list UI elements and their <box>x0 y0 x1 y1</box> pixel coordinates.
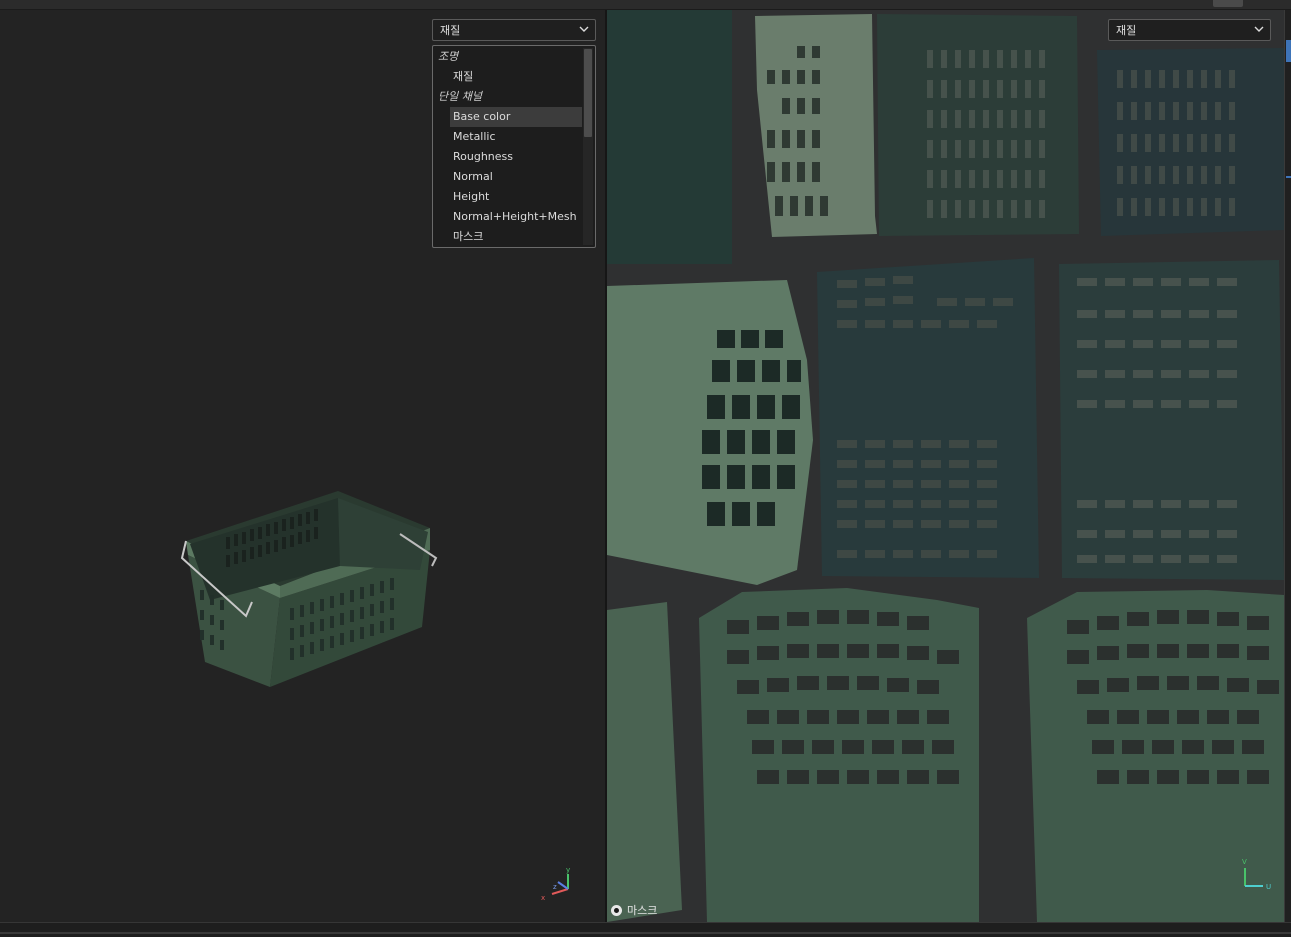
mask-toggle[interactable]: 마스크 <box>611 902 657 920</box>
dropdown-group-lighting: 조명 <box>438 50 459 63</box>
dropdown-item-roughness[interactable]: Roughness <box>433 147 581 167</box>
dropdown-item-material[interactable]: 재질 <box>433 67 581 87</box>
chevron-down-icon <box>1252 20 1266 40</box>
view-dropdown-menu[interactable]: 조명 재질 단일 채널 Base color Metallic Roughnes… <box>432 45 596 248</box>
axis-u-label: U <box>1266 883 1271 891</box>
toolbar-button[interactable] <box>1213 0 1243 7</box>
dropdown-item-normal-height-mesh[interactable]: Normal+Height+Mesh <box>433 207 581 227</box>
viewport-3d-view-select[interactable]: 재질 <box>432 19 596 41</box>
dropdown-item-metallic[interactable]: Metallic <box>433 127 581 147</box>
mask-icon <box>611 905 622 916</box>
viewport-uv-view-select-value: 재질 <box>1116 24 1137 37</box>
top-toolbar <box>0 0 1291 10</box>
dropdown-group-single-channel: 단일 채널 <box>438 90 482 103</box>
dropdown-item-normal[interactable]: Normal <box>433 167 581 187</box>
side-indicator[interactable] <box>1286 40 1291 62</box>
bottom-divider <box>0 932 1291 934</box>
axis-v-label: V <box>1242 858 1247 866</box>
axis-gizmo-uv: V U <box>1242 858 1271 891</box>
axis-z-label: z <box>553 883 557 891</box>
dropdown-item-height[interactable]: Height <box>433 187 581 207</box>
dropdown-scrollbar-thumb[interactable] <box>584 49 592 137</box>
viewport-uv-view-select[interactable]: 재질 <box>1108 19 1271 41</box>
viewport-uv[interactable]: V U <box>607 10 1284 922</box>
axis-x-label: x <box>541 894 545 902</box>
right-side-strip <box>1284 10 1291 922</box>
dropdown-item-base-color[interactable]: Base color <box>450 107 582 127</box>
side-indicator[interactable] <box>1286 176 1291 178</box>
mask-label: 마스크 <box>627 904 658 917</box>
bottom-status-bar <box>0 922 1291 937</box>
chevron-down-icon <box>577 20 591 40</box>
axis-gizmo-3d: y z x <box>541 866 570 902</box>
dropdown-item-mask[interactable]: 마스크 <box>433 227 581 247</box>
uv-texture-map <box>607 10 1284 922</box>
axis-y-label: y <box>566 866 570 874</box>
viewport-3d-view-select-value: 재질 <box>440 24 461 37</box>
